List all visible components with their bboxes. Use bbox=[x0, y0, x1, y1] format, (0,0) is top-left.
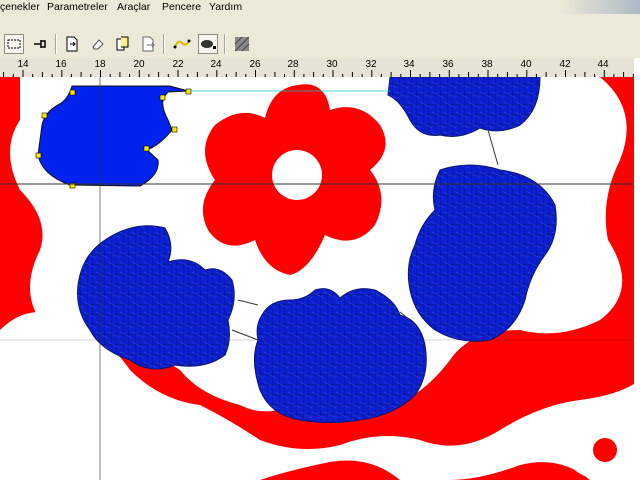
menu-tools[interactable]: Araçlar bbox=[117, 1, 150, 13]
ruler-label: 20 bbox=[133, 59, 145, 70]
red-dot bbox=[593, 438, 617, 462]
menu-bar: çenekler Parametreler Araçlar Pencere Ya… bbox=[0, 0, 640, 14]
horizontal-ruler: 14 16 18 20 22 24 26 28 30 32 34 36 38 4… bbox=[0, 58, 640, 78]
toolbar-separator bbox=[163, 34, 165, 54]
menu-options[interactable]: çenekler bbox=[0, 1, 40, 13]
toolbar bbox=[0, 14, 640, 59]
toolbar-separator bbox=[224, 34, 226, 54]
export-page-icon[interactable] bbox=[138, 34, 158, 54]
ruler-label: 40 bbox=[520, 59, 532, 70]
ruler-label: 38 bbox=[481, 59, 493, 70]
window-edge bbox=[634, 58, 640, 480]
ruler-label: 34 bbox=[403, 59, 415, 70]
ruler-label: 24 bbox=[210, 59, 222, 70]
embroidery-design bbox=[0, 77, 640, 480]
toolbar-separator bbox=[55, 34, 57, 54]
ruler-label: 18 bbox=[94, 59, 106, 70]
ruler-label: 16 bbox=[55, 59, 67, 70]
ruler-label: 36 bbox=[442, 59, 454, 70]
menu-window[interactable]: Pencere bbox=[162, 1, 201, 13]
menu-parameters[interactable]: Parametreler bbox=[47, 1, 108, 13]
rectangle-select-icon[interactable] bbox=[4, 34, 24, 54]
ruler-label: 14 bbox=[17, 59, 29, 70]
flower-center bbox=[272, 150, 322, 200]
menu-help[interactable]: Yardım bbox=[209, 1, 242, 13]
titlebar-shadow bbox=[560, 0, 640, 14]
copy-page-icon[interactable] bbox=[113, 34, 133, 54]
yellow-shape-icon[interactable] bbox=[172, 34, 192, 54]
ellipse-fill-icon[interactable] bbox=[198, 34, 218, 54]
ruler-label: 30 bbox=[326, 59, 338, 70]
fill-pattern-icon[interactable] bbox=[232, 34, 252, 54]
pin-icon[interactable] bbox=[30, 34, 50, 54]
ruler-label: 44 bbox=[597, 59, 609, 70]
ruler-label: 42 bbox=[559, 59, 571, 70]
eraser-icon[interactable] bbox=[88, 34, 108, 54]
ruler-label: 26 bbox=[249, 59, 261, 70]
ruler-label: 22 bbox=[172, 59, 184, 70]
add-page-icon[interactable] bbox=[62, 34, 82, 54]
design-canvas[interactable] bbox=[0, 77, 640, 480]
ruler-label: 28 bbox=[287, 59, 299, 70]
ruler-label: 32 bbox=[365, 59, 377, 70]
